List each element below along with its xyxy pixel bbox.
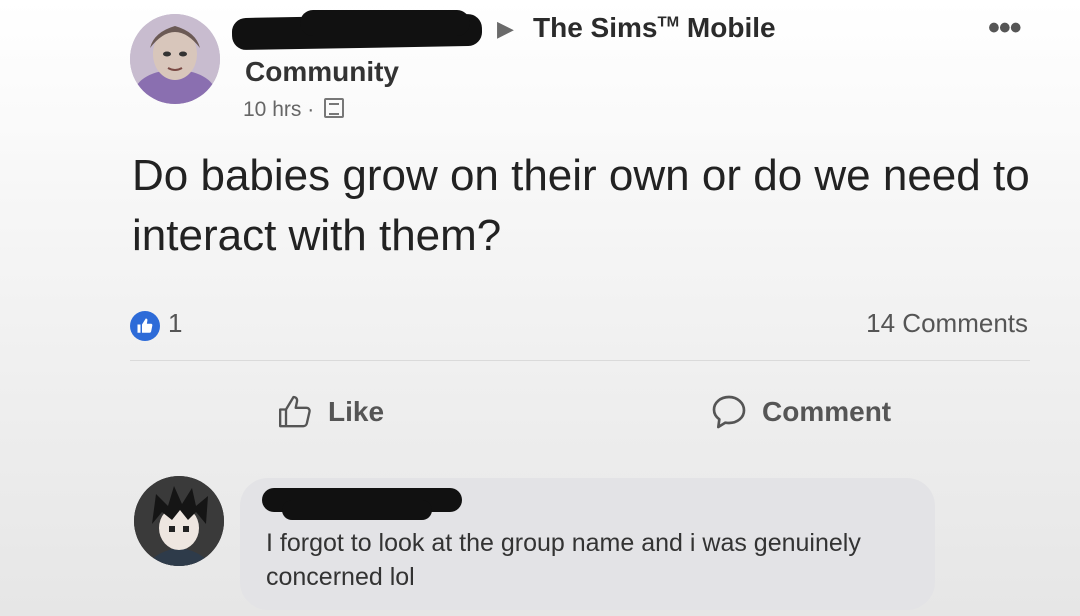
comment-button[interactable]: Comment (708, 392, 891, 432)
post-timestamp[interactable]: 10 hrs (243, 98, 301, 121)
group-name: The Sims (533, 12, 658, 43)
post-text: Do babies grow on their own or do we nee… (132, 151, 1030, 260)
group-privacy-icon (324, 98, 345, 118)
meta-separator: · (307, 98, 315, 121)
poster-avatar[interactable] (130, 14, 220, 104)
like-label: Like (328, 396, 385, 427)
comment-icon (712, 395, 746, 429)
post-meta: 10 hrs · (243, 98, 345, 122)
reaction-count[interactable]: 1 (168, 308, 182, 339)
caret-right-icon: ▶ (497, 16, 514, 41)
comment-text: I forgot to look at the group name and i… (266, 529, 861, 591)
comments-count[interactable]: 14 Comments (700, 308, 1028, 339)
group-name-suffix: Mobile (679, 12, 776, 43)
like-reaction-icon[interactable] (130, 311, 160, 341)
more-icon[interactable]: ••• (988, 11, 1022, 45)
group-name-link[interactable]: The SimsTM Mobile (533, 12, 776, 44)
thumbs-up-icon (279, 395, 311, 428)
comment-label: Comment (762, 396, 892, 427)
community-label: Community (245, 56, 399, 87)
commenter-avatar[interactable] (134, 476, 224, 566)
poster-name-redaction-tail (300, 10, 470, 36)
like-button[interactable]: Like (276, 392, 384, 432)
trademark-mark: TM (657, 13, 680, 31)
divider (130, 360, 1030, 361)
commenter-name-redaction-tail (282, 500, 432, 520)
